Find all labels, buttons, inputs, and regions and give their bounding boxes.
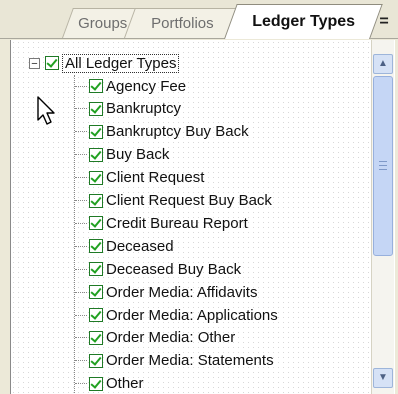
scroll-thumb[interactable]: [373, 76, 393, 256]
tree-item-label: Other: [106, 375, 144, 393]
tree-connector: [75, 154, 87, 156]
item-checkbox[interactable]: [89, 124, 103, 139]
root-checkbox[interactable]: [45, 56, 59, 70]
tree-connector: [75, 383, 87, 385]
vertical-scrollbar[interactable]: ▲ ▼: [371, 40, 394, 394]
tree-item-label: Deceased Buy Back: [106, 260, 242, 278]
item-checkbox[interactable]: [89, 193, 103, 208]
tree-item-row[interactable]: Deceased: [75, 235, 174, 257]
tree-connector: [75, 245, 87, 247]
tree-item-label: Client Request: [106, 169, 205, 187]
tree-item-label: Client Request Buy Back: [106, 192, 272, 209]
tree-item-row[interactable]: Order Media: Affidavits: [75, 281, 257, 303]
tab-ledger-types-label: Ledger Types: [251, 13, 355, 30]
item-checkbox[interactable]: [89, 239, 103, 254]
tree-item-row[interactable]: Bankruptcy Buy Back: [75, 121, 249, 143]
tree-item-label: Order Media: Other: [106, 329, 236, 347]
item-checkbox[interactable]: [89, 376, 103, 391]
tree-connector: [75, 360, 87, 362]
tree-root-row[interactable]: − All Ledger Types: [29, 52, 180, 74]
tree-item-label: Credit Bureau Report: [106, 214, 248, 232]
root-label: All Ledger Types: [62, 53, 180, 73]
item-checkbox[interactable]: [89, 170, 103, 185]
item-checkbox[interactable]: [89, 353, 103, 368]
tree-item-label: Bankruptcy: [106, 100, 182, 118]
item-checkbox[interactable]: [89, 101, 103, 116]
item-checkbox[interactable]: [89, 308, 103, 322]
item-checkbox[interactable]: [89, 147, 103, 162]
ledger-type-tree[interactable]: − All Ledger Types Agency Fee Bankruptcy B…: [11, 40, 371, 394]
tree-item-label: Deceased: [106, 237, 174, 255]
item-checkbox[interactable]: [89, 330, 103, 345]
tree-connector: [75, 314, 87, 316]
tree-item-label: Agency Fee: [106, 77, 187, 95]
item-checkbox[interactable]: [89, 216, 103, 231]
tree-item-row[interactable]: Bankruptcy: [75, 98, 181, 120]
tab-groups-label: Groups: [78, 15, 128, 32]
ledger-types-panel: − All Ledger Types Agency Fee Bankruptcy B…: [10, 40, 395, 394]
tree-connector: [75, 131, 87, 133]
grip-line: [379, 165, 387, 166]
arrow-cursor-icon: [37, 96, 55, 125]
tab-ledger-types[interactable]: Ledger Types: [224, 4, 383, 39]
tree-item-row[interactable]: Order Media: Statements: [75, 350, 274, 372]
tree-item-row[interactable]: Agency Fee: [75, 75, 186, 97]
tree-connector: [75, 222, 87, 224]
tree-connector: [75, 200, 87, 201]
tree-connector: [75, 177, 87, 179]
tree-item-row[interactable]: Deceased Buy Back: [75, 258, 241, 280]
tree-connector: [75, 108, 87, 110]
tree-item-row[interactable]: Credit Bureau Report: [75, 212, 248, 234]
tree-item-row[interactable]: Client Request: [75, 167, 204, 189]
tree-item-label: Order Media: Statements: [106, 352, 274, 370]
tree-item-row[interactable]: Client Request Buy Back: [75, 190, 272, 212]
scroll-up-button[interactable]: ▲: [373, 54, 393, 74]
collapse-icon[interactable]: −: [29, 57, 40, 69]
tree-item-label: Order Media: Applications: [106, 306, 278, 324]
grip-line: [379, 169, 387, 170]
scroll-down-button[interactable]: ▼: [373, 368, 393, 388]
tree-item-label: Buy Back: [106, 146, 170, 164]
tab-portfolios-label: Portfolios: [150, 15, 214, 32]
tab-strip: Groups Portfolios Ledger Types =: [0, 0, 398, 39]
tree-item-label: Order Media: Affidavits: [106, 283, 258, 301]
item-checkbox[interactable]: [89, 262, 103, 277]
tab-portfolios[interactable]: Portfolios: [124, 8, 241, 38]
tree-item-row[interactable]: Order Media: Applications: [75, 304, 278, 326]
tree-item-label: Bankruptcy Buy Back: [106, 123, 249, 141]
tree-connector: [75, 268, 87, 270]
tree-item-row[interactable]: Order Media: Other: [75, 327, 235, 349]
tree-connector: [75, 337, 87, 339]
grip-line: [379, 161, 387, 162]
tree-item-row[interactable]: Other: [75, 373, 144, 394]
tree-connector: [75, 85, 87, 87]
tree-item-row[interactable]: Buy Back: [75, 144, 169, 166]
item-checkbox[interactable]: [89, 79, 103, 93]
item-checkbox[interactable]: [89, 285, 103, 300]
tree-connector: [75, 291, 87, 293]
